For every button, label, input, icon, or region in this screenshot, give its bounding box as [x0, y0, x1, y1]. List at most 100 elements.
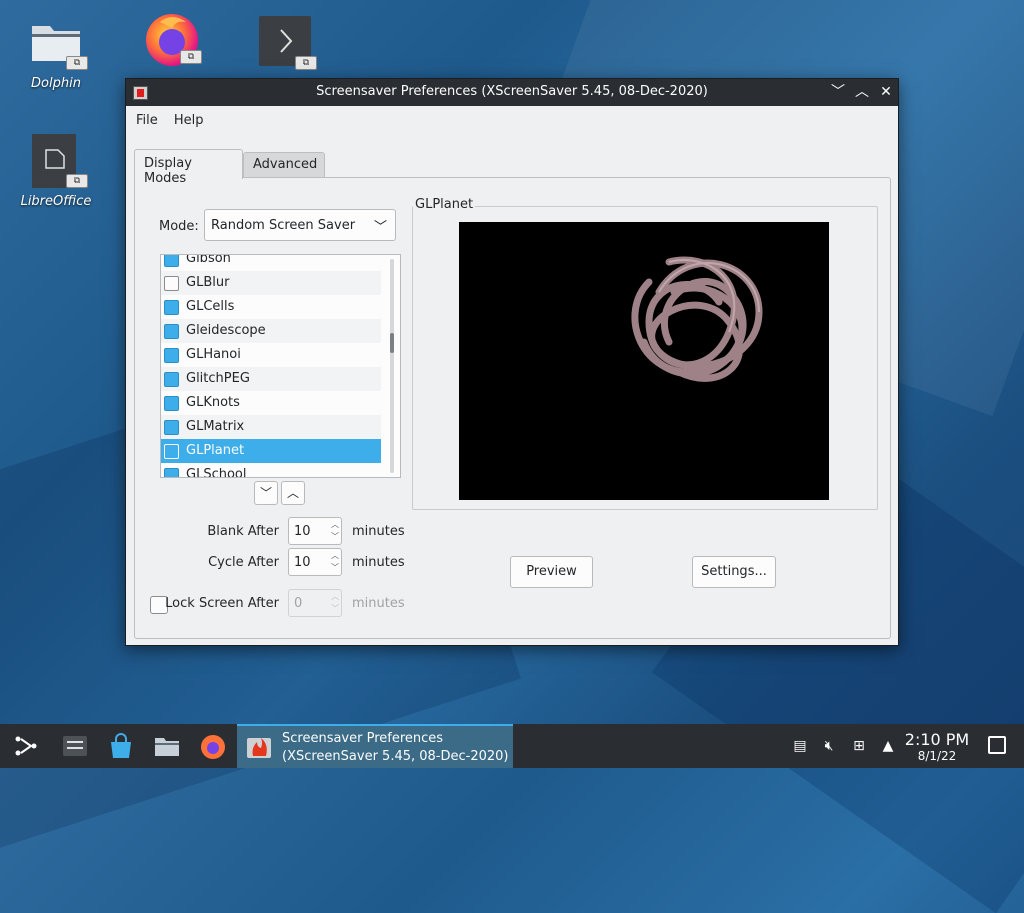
blank-after-spinbox[interactable]: 10 ︿ ﹀ — [288, 517, 342, 545]
spin-arrows-icon[interactable]: ︿ ﹀ — [331, 550, 339, 574]
menu-bar: File Help — [126, 106, 898, 136]
link-badge-icon: ⧉ — [180, 50, 202, 64]
clock-time[interactable]: 2:10 PM — [903, 730, 971, 749]
tab-display-modes[interactable]: Display Modes — [134, 149, 243, 186]
cycle-after-label: Cycle After — [208, 555, 279, 570]
task-title-line2: (XScreenSaver 5.45, 08-Dec-2020) — [282, 749, 509, 764]
saver-checkbox[interactable] — [164, 396, 179, 411]
lock-after-unit: minutes — [352, 596, 405, 611]
saver-name: GLBlur — [186, 275, 230, 290]
chevron-up-icon: ︿ — [286, 486, 299, 500]
volume-muted-icon[interactable]: 🔇︎ — [820, 737, 838, 755]
spin-arrows-icon: ︿ ﹀ — [331, 592, 339, 613]
chevron-down-icon: ﹀ — [259, 486, 272, 500]
list-scrollbar[interactable] — [390, 259, 394, 473]
terminal-icon: ⧉ — [257, 14, 317, 70]
list-item-selected[interactable]: GLPlanet — [161, 439, 381, 463]
title-bar[interactable]: Screensaver Preferences (XScreenSaver 5.… — [126, 79, 898, 106]
clock-date[interactable]: 8/1/22 — [903, 749, 971, 763]
show-desktop-icon[interactable] — [988, 736, 1006, 754]
list-item[interactable]: GLMatrix — [161, 415, 381, 439]
screensaver-preview — [459, 222, 829, 500]
saver-name: Gibson — [186, 254, 231, 266]
saver-checkbox[interactable] — [164, 468, 179, 477]
list-item[interactable]: Gibson — [161, 254, 381, 271]
preview-group-title: GLPlanet — [413, 197, 476, 212]
saver-checkbox[interactable] — [164, 420, 179, 435]
desktop-icon-terminal[interactable]: ⧉ — [240, 14, 330, 70]
system-settings-icon[interactable] — [61, 732, 89, 760]
folder-icon: ⧉ — [28, 14, 88, 70]
saver-name: GLPlanet — [186, 443, 245, 458]
saver-checkbox[interactable] — [164, 348, 179, 363]
saver-checkbox[interactable] — [164, 372, 179, 387]
lock-after-spinbox: 0 ︿ ﹀ — [288, 589, 342, 617]
saver-name: GLSchool — [186, 467, 247, 478]
application-launcher-icon[interactable] — [12, 732, 40, 760]
saver-name: GLCells — [186, 299, 235, 314]
network-icon[interactable]: ⊞ — [850, 737, 868, 755]
saver-name: GLHanoi — [186, 347, 241, 362]
saver-name: GLKnots — [186, 395, 240, 410]
desktop-icon-dolphin[interactable]: ⧉ Dolphin — [11, 14, 101, 91]
desktop-icon-firefox[interactable]: ⧉ — [125, 8, 215, 66]
tab-advanced[interactable]: Advanced — [243, 152, 325, 177]
desktop-icon-label: LibreOffice — [20, 194, 92, 209]
display-modes-panel: Mode: Random Screen Saver ﹀ Gibson GLBlu… — [134, 177, 891, 639]
list-item[interactable]: GLHanoi — [161, 343, 381, 367]
mode-select-value: Random Screen Saver — [211, 218, 356, 233]
move-up-button[interactable]: ︿ — [281, 481, 305, 505]
taskbar: Screensaver Preferences (XScreenSaver 5.… — [0, 724, 1024, 768]
document-icon: ⧉ — [28, 132, 88, 188]
task-title-line1: Screensaver Preferences — [282, 731, 444, 746]
mode-select[interactable]: Random Screen Saver ﹀ — [204, 209, 396, 241]
saver-checkbox[interactable] — [164, 300, 179, 315]
window-title: Screensaver Preferences (XScreenSaver 5.… — [316, 84, 708, 99]
list-item[interactable]: GLBlur — [161, 271, 381, 295]
discover-store-icon[interactable] — [107, 732, 135, 760]
link-badge-icon: ⧉ — [66, 56, 88, 70]
saver-checkbox[interactable] — [164, 444, 179, 459]
list-scrollbar-thumb[interactable] — [390, 333, 394, 353]
saver-checkbox[interactable] — [164, 255, 179, 267]
link-badge-icon: ⧉ — [66, 174, 88, 188]
list-item[interactable]: GLSchool — [161, 463, 381, 478]
maximize-button[interactable]: ︿ — [852, 82, 872, 102]
mode-label: Mode: — [159, 219, 199, 234]
screensaver-preferences-window: Screensaver Preferences (XScreenSaver 5.… — [125, 78, 899, 646]
spin-arrows-icon[interactable]: ︿ ﹀ — [331, 519, 339, 543]
close-button[interactable]: ✕ — [876, 82, 896, 102]
menu-file[interactable]: File — [130, 106, 164, 135]
link-badge-icon: ⧉ — [295, 56, 317, 70]
firefox-icon[interactable] — [199, 732, 227, 760]
desktop-icon-label: Dolphin — [31, 76, 81, 91]
desktop-icon-libreoffice[interactable]: ⧉ LibreOffice — [11, 132, 101, 209]
task-screensaver-preferences[interactable]: Screensaver Preferences (XScreenSaver 5.… — [237, 724, 513, 768]
saver-checkbox[interactable] — [164, 276, 179, 291]
menu-help[interactable]: Help — [168, 106, 210, 135]
move-down-button[interactable]: ﹀ — [254, 481, 278, 505]
settings-button[interactable]: Settings... — [692, 556, 776, 588]
lock-after-value: 0 — [294, 596, 303, 611]
saver-checkbox[interactable] — [164, 324, 179, 339]
blank-after-unit: minutes — [352, 524, 405, 539]
minimize-button[interactable]: ﹀ — [828, 82, 848, 102]
list-item[interactable]: GLCells — [161, 295, 381, 319]
clipboard-icon[interactable]: ▤ — [791, 737, 809, 755]
list-item[interactable]: GLKnots — [161, 391, 381, 415]
preview-button[interactable]: Preview — [510, 556, 593, 588]
cycle-after-unit: minutes — [352, 555, 405, 570]
saver-name: GlitchPEG — [186, 371, 250, 386]
lock-screen-label[interactable]: Lock Screen After — [139, 596, 279, 611]
tray-expand-icon[interactable]: ▲ — [879, 737, 897, 755]
list-item[interactable]: GlitchPEG — [161, 367, 381, 391]
xscreensaver-task-icon — [246, 734, 272, 760]
cycle-after-value: 10 — [294, 555, 311, 570]
saver-name: GLMatrix — [186, 419, 245, 434]
list-item[interactable]: Gleidescope — [161, 319, 381, 343]
chevron-down-icon: ﹀ — [373, 220, 387, 235]
screensaver-list[interactable]: Gibson GLBlur GLCells Gleidescope GLHano… — [160, 254, 401, 478]
cycle-after-spinbox[interactable]: 10 ︿ ﹀ — [288, 548, 342, 576]
dolphin-file-manager-icon[interactable] — [153, 732, 181, 760]
blank-after-label: Blank After — [207, 524, 279, 539]
